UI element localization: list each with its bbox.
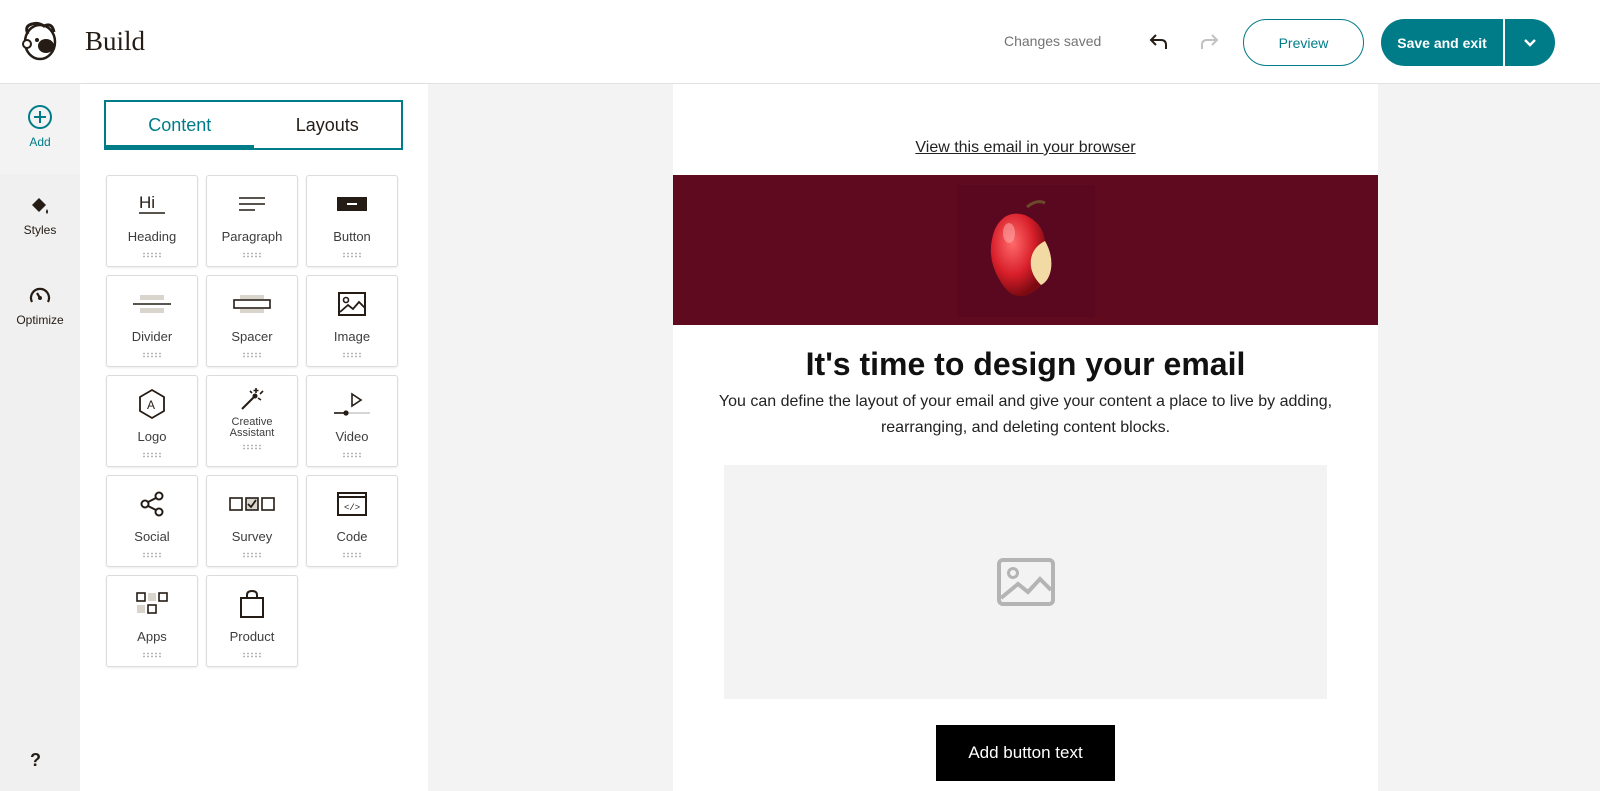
svg-text:A: A: [147, 398, 155, 412]
email-body-text[interactable]: You can define the layout of your email …: [718, 389, 1333, 441]
drag-handle-icon[interactable]: [142, 652, 162, 658]
block-button[interactable]: Button: [306, 175, 398, 267]
block-label: Image: [333, 328, 371, 344]
drag-handle-icon[interactable]: [142, 452, 162, 458]
divider-icon: [133, 295, 171, 313]
rail-optimize[interactable]: Optimize: [0, 284, 80, 327]
block-label: Divider: [131, 328, 173, 344]
hero-image: [957, 185, 1095, 317]
add-circle-icon: [28, 105, 52, 129]
block-label: Creative Assistant: [229, 416, 275, 439]
block-label: Button: [333, 228, 371, 244]
spacer-icon: [233, 295, 271, 313]
rail-add[interactable]: Add: [0, 104, 80, 149]
block-label: Product: [229, 628, 275, 644]
magic-wand-icon: [241, 388, 264, 410]
redo-icon[interactable]: [1197, 30, 1221, 54]
email-headline[interactable]: It's time to design your email: [673, 346, 1378, 383]
svg-text:Hi: Hi: [139, 193, 155, 212]
hero-image-block[interactable]: [673, 175, 1378, 325]
drag-handle-icon[interactable]: [242, 444, 262, 450]
heading-icon: Hi: [139, 193, 165, 214]
paint-bucket-icon: [32, 198, 48, 214]
block-code[interactable]: </> Code: [306, 475, 398, 567]
block-label: Video: [335, 428, 369, 444]
tab-content[interactable]: Content: [106, 102, 254, 150]
drag-handle-icon[interactable]: [142, 352, 162, 358]
drag-handle-icon[interactable]: [142, 252, 162, 258]
drag-handle-icon[interactable]: [242, 252, 262, 258]
block-paragraph[interactable]: Paragraph: [206, 175, 298, 267]
tab-layouts[interactable]: Layouts: [254, 102, 402, 148]
block-image[interactable]: Image: [306, 275, 398, 367]
view-in-browser-link[interactable]: View this email in your browser: [673, 139, 1378, 157]
save-and-exit-button[interactable]: Save and exit: [1381, 19, 1503, 66]
rail-styles-label: Styles: [23, 223, 57, 237]
email-preview[interactable]: View this email in your browser It's tim…: [673, 84, 1378, 791]
block-label: Social: [134, 528, 170, 544]
image-placeholder-icon: [996, 558, 1055, 606]
block-label: Survey: [231, 528, 273, 544]
save-options-button[interactable]: [1505, 19, 1555, 66]
video-icon: [334, 392, 370, 416]
drag-handle-icon[interactable]: [242, 652, 262, 658]
rail-lower: [0, 174, 80, 791]
left-rail: Add Styles Optimize ?: [0, 84, 80, 791]
block-label: Code: [336, 528, 368, 544]
svg-text:</>: </>: [344, 503, 360, 513]
drag-handle-icon[interactable]: [342, 252, 362, 258]
block-label: Logo: [137, 428, 167, 444]
image-placeholder[interactable]: [724, 465, 1327, 699]
block-logo[interactable]: A Logo: [106, 375, 198, 467]
rail-styles[interactable]: Styles: [0, 194, 80, 237]
help-button[interactable]: ?: [30, 750, 41, 771]
logo-icon: A: [139, 388, 165, 420]
undo-icon[interactable]: [1147, 30, 1171, 54]
email-canvas: View this email in your browser It's tim…: [428, 84, 1600, 791]
panel-tabs: Content Layouts: [104, 100, 403, 150]
block-heading[interactable]: Hi Heading: [106, 175, 198, 267]
block-social[interactable]: Social: [106, 475, 198, 567]
drag-handle-icon[interactable]: [242, 352, 262, 358]
drag-handle-icon[interactable]: [342, 352, 362, 358]
chevron-down-icon: [1524, 38, 1536, 47]
drag-handle-icon[interactable]: [342, 452, 362, 458]
drag-handle-icon[interactable]: [142, 552, 162, 558]
block-apps[interactable]: Apps: [106, 575, 198, 667]
drag-handle-icon[interactable]: [342, 552, 362, 558]
email-cta-button[interactable]: Add button text: [936, 725, 1115, 781]
block-label: Heading: [127, 228, 177, 244]
apple-image-icon: [990, 200, 1052, 297]
mailchimp-logo-icon[interactable]: [20, 20, 60, 62]
block-label: Paragraph: [221, 228, 283, 244]
content-panel: Content Layouts Hi Heading Paragraph But…: [80, 84, 428, 791]
gauge-icon: [29, 287, 51, 303]
share-icon: [140, 491, 164, 517]
block-product[interactable]: Product: [206, 575, 298, 667]
block-survey[interactable]: Survey: [206, 475, 298, 567]
block-label: Apps: [137, 628, 167, 644]
shopping-bag-icon: [240, 589, 264, 618]
save-status: Changes saved: [1004, 33, 1102, 49]
image-icon: [338, 292, 366, 316]
top-bar: Build Changes saved Preview Save and exi…: [0, 0, 1600, 84]
survey-icon: [229, 497, 275, 511]
code-icon: </>: [337, 492, 367, 516]
block-label: Spacer: [231, 328, 273, 344]
rail-add-label: Add: [29, 135, 51, 149]
button-icon: [337, 197, 367, 211]
drag-handle-icon[interactable]: [242, 552, 262, 558]
block-divider[interactable]: Divider: [106, 275, 198, 367]
preview-button[interactable]: Preview: [1243, 19, 1364, 66]
block-creative-assistant[interactable]: Creative Assistant: [206, 375, 298, 467]
rail-optimize-label: Optimize: [16, 313, 64, 327]
block-spacer[interactable]: Spacer: [206, 275, 298, 367]
apps-icon: [136, 592, 168, 614]
page-title: Build: [85, 26, 146, 56]
paragraph-icon: [239, 197, 265, 211]
block-video[interactable]: Video: [306, 375, 398, 467]
